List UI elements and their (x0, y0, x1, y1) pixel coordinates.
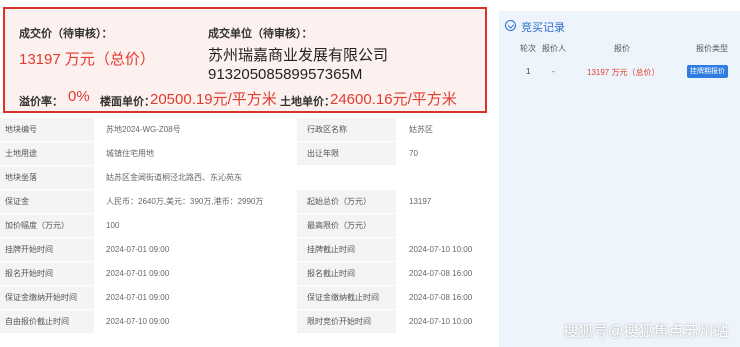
table-row: 保证金缴纳开始时间 2024-07-01 09:00 保证金缴纳截止时间 202… (0, 286, 493, 310)
table-row: 自由报价截止时间 2024-07-10 09:00 限时竞价开始时间 2024-… (0, 310, 493, 334)
land-price-value: 24600.16元/平方米 (330, 91, 457, 108)
field-label: 挂牌开始时间 (0, 238, 94, 261)
header-price: 报价 (614, 44, 630, 53)
land-price-label: 土地单价： (280, 96, 335, 108)
header-type: 报价类型 (696, 44, 728, 53)
deal-summary-box: 成交价（待审核）： 13197 万元（总价） 成交单位（待审核）： 苏州瑞嘉商业… (3, 7, 487, 113)
field-value: 70 (396, 142, 493, 165)
premium-rate-label: 溢价率： (19, 96, 63, 108)
field-label: 限时竞价开始时间 (297, 310, 396, 333)
field-label: 起始总价（万元） (297, 190, 396, 213)
deal-company-label: 成交单位（待审核）： (208, 28, 313, 40)
deal-company-name: 苏州瑞嘉商业发展有限公司 (208, 47, 389, 64)
floor-price-label: 楼面单价： (100, 96, 155, 108)
check-circle-icon (505, 20, 516, 31)
floor-price-value: 20500.19元/平方米 (150, 91, 277, 108)
field-label: 土地用途 (0, 142, 94, 165)
deal-price-value: 13197 万元（总价） (19, 51, 155, 68)
bid-records-title: 竞买记录 (521, 22, 565, 34)
field-value: 2024-07-08 16:00 (396, 262, 493, 285)
field-label: 挂牌截止时间 (297, 238, 396, 261)
field-label: 地块编号 (0, 118, 94, 141)
watermark: 搜狐号@搜狐焦点苏州站 (563, 323, 729, 340)
field-value: 2024-07-10 10:00 (396, 310, 493, 333)
field-value: 人民币：2640万,美元：390万,港币：2990万 (94, 190, 297, 213)
header-bidder: 报价人 (542, 44, 566, 53)
bid-records-panel: 竞买记录 轮次 报价人 报价 报价类型 1 - 13197 万元（总价） 挂牌期… (499, 11, 740, 347)
field-value: 姑苏区金阊街道桐泾北路西、东沁苑东 (94, 166, 493, 189)
field-value: 13197 (396, 190, 493, 213)
field-value: 2024-07-10 09:00 (94, 310, 297, 333)
field-value: 100 (94, 214, 297, 237)
field-label: 自由报价截止时间 (0, 310, 94, 333)
field-value: 2024-07-01 09:00 (94, 238, 297, 261)
field-value: 城镇住宅用地 (94, 142, 297, 165)
bid-type-badge: 挂牌期报价 (687, 65, 728, 78)
table-row: 挂牌开始时间 2024-07-01 09:00 挂牌截止时间 2024-07-1… (0, 238, 493, 262)
table-row: 报名开始时间 2024-07-01 09:00 报名截止时间 2024-07-0… (0, 262, 493, 286)
field-value: 苏地2024-WG-Z08号 (94, 118, 297, 141)
bid-bidder: - (552, 67, 555, 76)
table-row: 地块编号 苏地2024-WG-Z08号 行政区名称 姑苏区 (0, 118, 493, 142)
deal-company-code: 91320508589957365M (208, 66, 363, 83)
field-value: 2024-07-08 16:00 (396, 286, 493, 309)
premium-rate-value: 0% (68, 88, 90, 105)
header-round: 轮次 (520, 44, 536, 53)
field-label: 报名截止时间 (297, 262, 396, 285)
plot-info-table: 地块编号 苏地2024-WG-Z08号 行政区名称 姑苏区 土地用途 城镇住宅用… (0, 118, 493, 334)
field-label: 地块坐落 (0, 166, 94, 189)
field-label: 最高限价（万元） (297, 214, 396, 237)
deal-price-label: 成交价（待审核）： (19, 28, 113, 40)
table-row: 保证金 人民币：2640万,美元：390万,港币：2990万 起始总价（万元） … (0, 190, 493, 214)
table-row: 土地用途 城镇住宅用地 出让年限 70 (0, 142, 493, 166)
bid-price: 13197 万元（总价） (587, 68, 660, 77)
field-label: 保证金缴纳开始时间 (0, 286, 94, 309)
table-row: 加价幅度（万元） 100 最高限价（万元） (0, 214, 493, 238)
field-value: 2024-07-01 09:00 (94, 286, 297, 309)
field-label: 保证金 (0, 190, 94, 213)
field-label: 保证金缴纳截止时间 (297, 286, 396, 309)
field-label: 行政区名称 (297, 118, 396, 141)
field-value: 2024-07-01 09:00 (94, 262, 297, 285)
field-value: 2024-07-10 10:00 (396, 238, 493, 261)
field-label: 出让年限 (297, 142, 396, 165)
field-label: 报名开始时间 (0, 262, 94, 285)
field-value: 姑苏区 (396, 118, 493, 141)
field-label: 加价幅度（万元） (0, 214, 94, 237)
table-row: 地块坐落 姑苏区金阊街道桐泾北路西、东沁苑东 (0, 166, 493, 190)
bid-round: 1 (526, 67, 531, 76)
field-value (396, 214, 493, 237)
